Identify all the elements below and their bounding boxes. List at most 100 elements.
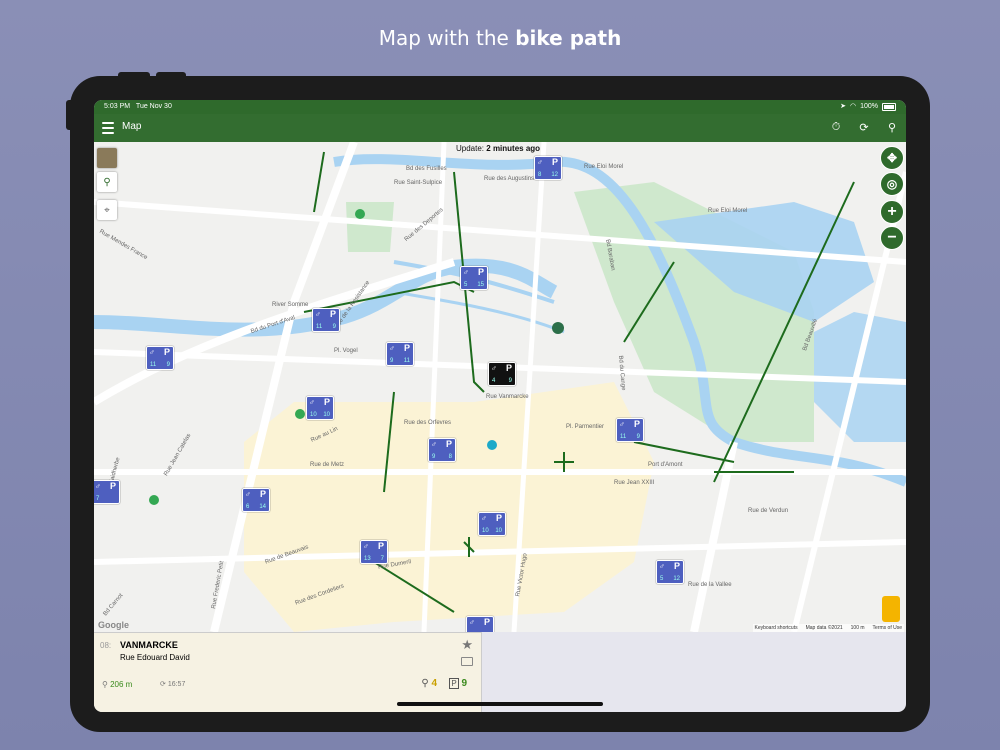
bike-station-pin[interactable]: ♂ P 11 9 [616, 418, 644, 442]
map-footer: Keyboard shortcuts Map data ©2021 100 m … [752, 624, 904, 632]
bike-icon: ♂ [389, 344, 395, 353]
bike-icon: ♂ [363, 542, 369, 551]
move-icon: ✥ [886, 151, 898, 165]
update-time-value: 16:57 [167, 681, 186, 688]
pan-button[interactable]: ✥ [880, 146, 904, 170]
bike-icon: ♂ [309, 398, 315, 407]
favorite-star-icon[interactable]: ★ [461, 637, 473, 653]
wifi-icon: ◠ [849, 103, 857, 110]
station-address: Rue Edouard David [120, 653, 190, 662]
bike-station-pin[interactable]: ♂ P 5 15 [460, 266, 488, 290]
bike-icon: ♂ [491, 364, 497, 373]
bike-station-pin-selected[interactable]: ♂ P 4 9 [488, 362, 516, 386]
target-icon: ◎ [886, 177, 898, 191]
battery-percent: 100% [860, 103, 878, 110]
street-label: River Somme [272, 302, 309, 308]
screen: 5:03 PM Tue Nov 30 ➤ ◠ 100% Map ⏱ ⟳ ⚲ Up… [94, 100, 906, 712]
location-icon: ➤ [840, 103, 846, 110]
bike-icon: ♂ [315, 310, 321, 319]
street-label: Bd des Fusilles [406, 166, 447, 172]
tablet-frame: 5:03 PM Tue Nov 30 ➤ ◠ 100% Map ⏱ ⟳ ⚲ Up… [70, 76, 930, 732]
satellite-layer-button[interactable] [97, 148, 117, 168]
bike-icon: ♂ [619, 420, 625, 429]
app-bar: Map ⏱ ⟳ ⚲ [94, 114, 906, 142]
bike-icon: ♂ [95, 482, 101, 491]
refresh-small-icon: ⟳ [160, 681, 166, 688]
street-label: Rue des Augustins [484, 176, 535, 182]
bike-icon: ♂ [469, 618, 475, 627]
battery-icon [882, 103, 896, 111]
station-info-panel[interactable]: 08: VANMARCKE Rue Edouard David ★ ⚲ 206 … [94, 632, 482, 712]
zoom-out-button[interactable]: − [880, 226, 904, 250]
headline-plain: Map with the [378, 26, 516, 50]
bike-station-pin[interactable]: ♂ P 11 9 [312, 308, 340, 332]
street-label: Rue Vanmarcke [486, 394, 529, 400]
bike-station-pin[interactable]: ♂ P 7 [94, 480, 120, 504]
terms-link[interactable]: Terms of Use [873, 625, 902, 631]
search-icon[interactable]: ⚲ [886, 121, 898, 134]
street-label: Rue de la Vallee [688, 582, 732, 588]
update-status: Update: 2 minutes ago [456, 144, 540, 153]
google-logo: Google [98, 620, 129, 630]
pin-layer-button[interactable]: ⌖ [97, 200, 117, 220]
page-title: Map [122, 121, 142, 132]
bike-layer-button[interactable]: ⚲ [97, 172, 117, 192]
map-canvas [94, 142, 906, 632]
headline: Map with the bike path [0, 26, 1000, 50]
bike-station-pin[interactable]: ♂ P 11 9 [146, 346, 174, 370]
map-pin-icon: ⌖ [104, 204, 110, 216]
status-bar: 5:03 PM Tue Nov 30 ➤ ◠ 100% [94, 100, 906, 114]
distance-value: 206 m [110, 680, 133, 689]
street-label: Port d'Amont [648, 462, 683, 468]
street-label: Rue Eloi Morel [708, 208, 748, 214]
bike-station-pin[interactable]: ♂ P 10 10 [478, 512, 506, 536]
status-time: 5:03 PM [104, 103, 131, 110]
street-label: Rue Saint-Sulpice [394, 180, 443, 186]
status-date: Tue Nov 30 [135, 103, 172, 110]
parking-icon: P [449, 678, 459, 689]
keyboard-shortcuts-link[interactable]: Keyboard shortcuts [755, 625, 798, 631]
bikes-count: 4 [431, 678, 437, 689]
status-time-date: 5:03 PM Tue Nov 30 [104, 100, 172, 114]
street-label: Rue des Orfevres [404, 420, 452, 426]
street-label: Rue Jean XXIII [614, 480, 655, 486]
bike-icon: ♂ [245, 490, 251, 499]
bike-icon: ♂ [659, 562, 665, 571]
bike-path-icon: ⚲ [103, 176, 111, 188]
bike-station-pin[interactable]: ♂ P 8 12 [534, 156, 562, 180]
street-label: Rue de Metz [310, 462, 345, 468]
update-time: ⟳ 16:57 [160, 680, 185, 688]
bike-icon: ♂ [463, 268, 469, 277]
bike-icon: ♂ [149, 348, 155, 357]
bike-icon: ♂ [431, 440, 437, 449]
street-label: Pl. Parmentier [566, 424, 605, 430]
docks-count: 9 [461, 678, 467, 689]
bike-station-pin[interactable]: ♂ P 10 10 [306, 396, 334, 420]
bike-station-pin[interactable]: ♂ P 5 12 [656, 560, 684, 584]
zoom-in-button[interactable]: + [880, 200, 904, 224]
distance: ⚲ 206 m [102, 680, 132, 689]
card-icon[interactable] [461, 657, 473, 666]
street-view-pegman[interactable] [882, 596, 900, 622]
refresh-icon[interactable]: ⟳ [858, 121, 870, 134]
location-pin-icon: ⚲ [102, 680, 108, 689]
bike-station-pin[interactable]: ♂ P 9 11 [386, 342, 414, 366]
home-indicator [397, 702, 603, 706]
map-data-label: Map data ©2021 [805, 625, 843, 631]
plus-icon: + [887, 203, 897, 220]
locate-button[interactable]: ◎ [880, 172, 904, 196]
bike-station-pin[interactable]: ♂ P [466, 616, 494, 632]
available-bikes: ⚲ 4 [421, 678, 437, 689]
hamburger-menu-icon[interactable] [102, 122, 114, 134]
timer-icon[interactable]: ⏱ [830, 121, 842, 133]
bike-station-pin[interactable]: ♂ P 6 14 [242, 488, 270, 512]
bike-station-pin[interactable]: ♂ P 9 8 [428, 438, 456, 462]
bike-station-pin[interactable]: ♂ P 13 7 [360, 540, 388, 564]
bike-icon: ♂ [537, 158, 543, 167]
update-value: 2 minutes ago [486, 144, 541, 153]
appbar-actions: ⏱ ⟳ ⚲ [830, 121, 898, 134]
station-name: VANMARCKE [120, 640, 178, 650]
map-view[interactable]: Update: 2 minutes ago Bd des Fusilles Ru… [94, 142, 906, 632]
street-label: Pl. Vogel [334, 348, 358, 354]
street-label: Rue de Verdun [748, 508, 789, 514]
